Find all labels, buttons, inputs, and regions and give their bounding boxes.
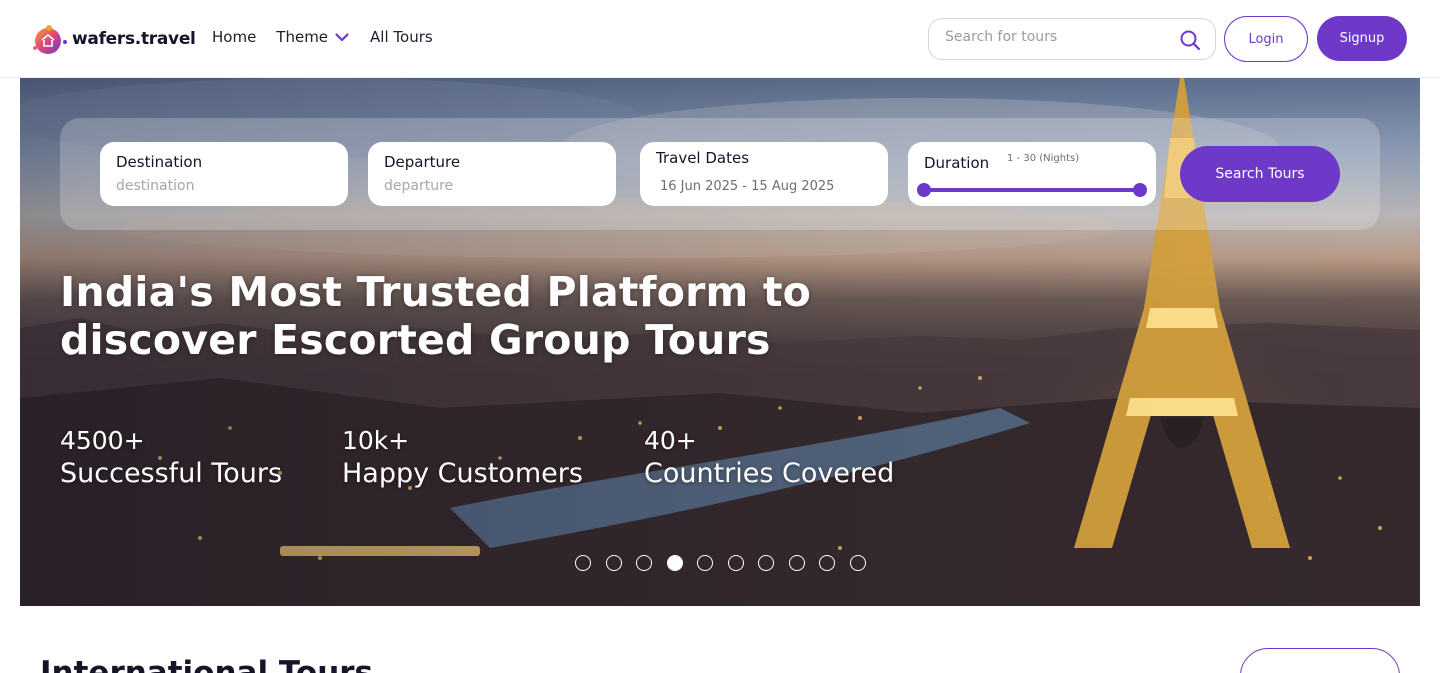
- travel-dates-value[interactable]: 16 Jun 2025 - 15 Aug 2025: [660, 179, 834, 194]
- carousel-dot[interactable]: [758, 555, 774, 571]
- view-all-button[interactable]: View All: [1240, 648, 1400, 673]
- departure-field[interactable]: Departure: [368, 142, 616, 206]
- duration-field: Duration 1 - 30 (Nights): [908, 142, 1156, 206]
- stat-label: Countries Covered: [644, 458, 895, 489]
- carousel-pagination: [575, 555, 880, 571]
- travel-dates-label: Travel Dates: [656, 149, 750, 167]
- search-icon[interactable]: [1179, 29, 1201, 51]
- duration-label: Duration: [924, 154, 990, 172]
- section-title-international-tours: International Tours: [40, 655, 374, 673]
- stat-successful-tours: 4500+ Successful Tours: [60, 426, 282, 492]
- hero-banner: Destination Departure Travel Dates 16 Ju…: [20, 78, 1420, 606]
- duration-range-text: 1 - 30 (Nights): [1007, 153, 1080, 164]
- destination-label: Destination: [116, 153, 203, 171]
- stat-countries-covered: 40+ Countries Covered: [644, 426, 894, 492]
- carousel-dot[interactable]: [788, 555, 805, 571]
- hero-title: India's Most Trusted Platform to discove…: [60, 268, 860, 364]
- signup-button[interactable]: Signup: [1317, 16, 1407, 61]
- header-search: [928, 18, 1216, 60]
- stat-number: 4500+: [60, 426, 145, 455]
- logo-icon: [32, 22, 68, 56]
- hero-title-line-2: discover Escorted Group Tours: [60, 316, 771, 364]
- carousel-dot[interactable]: [605, 555, 622, 571]
- site-header: wafers.travel Home Theme All Tours Login…: [0, 0, 1440, 78]
- duration-slider-min-handle[interactable]: [917, 183, 931, 197]
- stat-number: 10k+: [342, 426, 410, 455]
- search-input[interactable]: [945, 29, 1165, 45]
- chevron-down-icon: [334, 29, 350, 45]
- carousel-dot[interactable]: [575, 555, 591, 571]
- carousel-dot[interactable]: [636, 555, 652, 571]
- destination-field[interactable]: Destination: [100, 142, 348, 206]
- carousel-dot[interactable]: [666, 555, 683, 571]
- nav-theme-label: Theme: [276, 28, 329, 46]
- carousel-dot[interactable]: [697, 555, 713, 571]
- brand-logo[interactable]: wafers.travel: [32, 22, 196, 56]
- carousel-dot[interactable]: [849, 555, 866, 571]
- departure-label: Departure: [384, 153, 461, 171]
- stat-happy-customers: 10k+ Happy Customers: [342, 426, 583, 492]
- travel-dates-field[interactable]: Travel Dates 16 Jun 2025 - 15 Aug 2025: [640, 142, 888, 206]
- nav-all-tours[interactable]: All Tours: [370, 28, 433, 46]
- main-nav: Home Theme All Tours: [212, 28, 453, 46]
- stat-label: Successful Tours: [60, 458, 283, 489]
- stat-label: Happy Customers: [342, 458, 583, 489]
- hero-title-line-1: India's Most Trusted Platform to: [60, 268, 812, 316]
- carousel-dot[interactable]: [727, 555, 744, 571]
- carousel-dot[interactable]: [819, 555, 835, 571]
- nav-home[interactable]: Home: [212, 28, 256, 46]
- login-button[interactable]: Login: [1224, 16, 1308, 62]
- search-tours-button[interactable]: Search Tours: [1180, 146, 1340, 202]
- departure-input[interactable]: [384, 178, 604, 194]
- nav-theme-dropdown[interactable]: Theme: [276, 28, 350, 46]
- destination-input[interactable]: [116, 178, 336, 194]
- stat-number: 40+: [644, 426, 697, 455]
- logo-text: wafers.travel: [72, 29, 196, 49]
- tour-search-panel: Destination Departure Travel Dates 16 Ju…: [60, 118, 1380, 230]
- duration-slider-track[interactable]: [924, 188, 1140, 192]
- duration-slider-max-handle[interactable]: [1133, 183, 1147, 197]
